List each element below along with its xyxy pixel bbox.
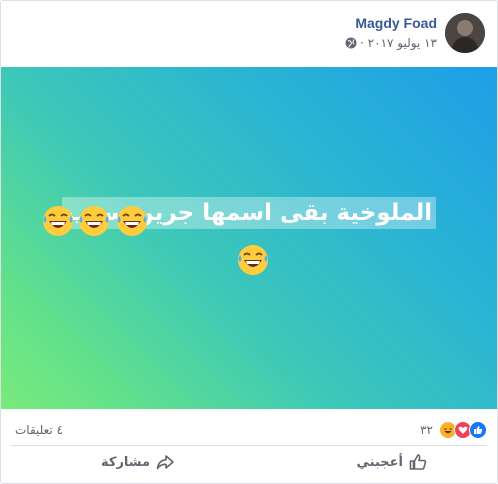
post-meta: ١٣ يوليو ٢٠١٧ · bbox=[345, 36, 437, 50]
divider bbox=[11, 445, 487, 446]
post-date[interactable]: ١٣ يوليو ٢٠١٧ · bbox=[360, 36, 437, 50]
share-label: مشاركة bbox=[101, 454, 151, 470]
reaction-icons[interactable] bbox=[439, 421, 487, 439]
reactions-bar: ٣٢ ٤ تعليقات bbox=[1, 419, 497, 443]
comments-count[interactable]: ٤ تعليقات bbox=[15, 423, 63, 437]
laughing-tears-emoji-icon bbox=[238, 245, 268, 275]
like-label: أعجبني bbox=[356, 454, 403, 470]
share-arrow-icon bbox=[156, 455, 174, 470]
emoji-row-2 bbox=[236, 243, 270, 281]
post-card: Magdy Foad ١٣ يوليو ٢٠١٧ · الملوخية بقى … bbox=[0, 0, 498, 484]
avatar[interactable] bbox=[445, 13, 485, 53]
laughing-tears-emoji-icon bbox=[79, 206, 109, 236]
laughing-tears-emoji-icon bbox=[117, 206, 147, 236]
thumbs-up-icon bbox=[409, 454, 427, 470]
globe-icon[interactable] bbox=[345, 37, 357, 49]
author-name[interactable]: Magdy Foad bbox=[355, 15, 437, 31]
reaction-count[interactable]: ٣٢ bbox=[420, 423, 433, 437]
emoji-row bbox=[41, 204, 149, 238]
share-button[interactable]: مشاركة bbox=[101, 453, 174, 471]
like-button[interactable]: أعجبني bbox=[357, 453, 427, 471]
laughing-tears-emoji-icon bbox=[43, 206, 73, 236]
post-actions: أعجبني مشاركة bbox=[1, 453, 497, 481]
post-header: Magdy Foad ١٣ يوليو ٢٠١٧ · bbox=[1, 1, 497, 63]
like-reaction-icon bbox=[469, 421, 487, 439]
post-background bbox=[1, 67, 497, 409]
